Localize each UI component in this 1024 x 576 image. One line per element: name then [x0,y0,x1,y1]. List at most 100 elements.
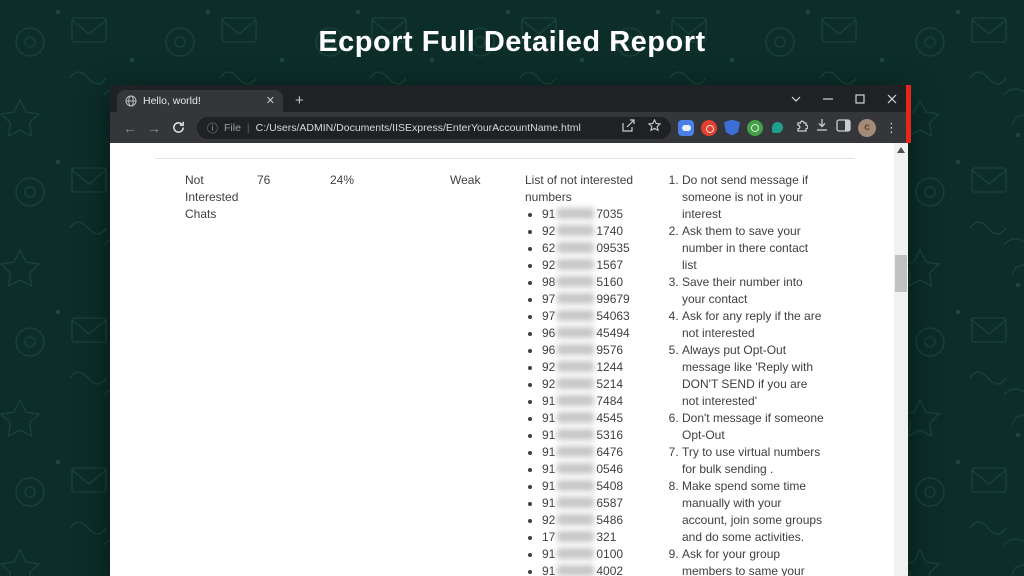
privacy-blur [557,344,594,355]
privacy-blur [557,293,594,304]
window-controls [780,85,908,112]
page-title: Ecport Full Detailed Report [0,26,1024,59]
numbers-column: List of not interested numbers 917035 92… [525,172,647,576]
privacy-blur [557,463,594,474]
minimize-button[interactable] [812,85,844,112]
phone-number-item: 914545 [542,410,647,427]
tab-close-icon[interactable]: ✕ [266,96,275,107]
page-info-icon[interactable]: ⓘ [207,120,218,136]
advice-item: Try to use virtual numbers for bulk send… [682,444,826,478]
red-edge-marker [906,85,911,143]
privacy-blur [557,395,594,406]
ext-video-downloader-icon[interactable] [678,120,694,136]
phone-number-item: 925486 [542,512,647,529]
extensions-puzzle-icon[interactable] [792,117,808,138]
phone-number-item: 921244 [542,359,647,376]
privacy-blur [557,378,594,389]
phone-number-item: 969576 [542,342,647,359]
privacy-blur [557,429,594,440]
browser-window: Hello, world! ✕ + ← [110,85,908,576]
back-button[interactable]: ← [118,116,142,140]
phone-number-item: 9645494 [542,325,647,342]
advice-item: Ask them to save your number in there co… [682,223,826,274]
url-text: C:/Users/ADMIN/Documents/IISExpress/Ente… [256,122,581,134]
privacy-blur [557,480,594,491]
privacy-blur [557,276,594,287]
row-label: Not Interested Chats [185,172,249,223]
ext-shield-icon[interactable] [724,120,740,136]
phone-number-item: 9799679 [542,291,647,308]
phone-number-item: 925214 [542,376,647,393]
share-icon[interactable] [622,119,636,137]
table-row-divider [155,158,855,159]
close-window-button[interactable] [876,85,908,112]
advice-item: Make spend some time manually with your … [682,478,826,546]
privacy-blur [557,514,594,525]
privacy-blur [557,242,594,253]
ext-adblock-icon[interactable] [701,120,717,136]
page-scrollbar[interactable] [894,143,908,576]
phone-number-item: 915316 [542,427,647,444]
url-scheme: File [224,122,241,134]
phone-number-item: 9754063 [542,308,647,325]
privacy-blur [557,446,594,457]
privacy-blur [557,327,594,338]
ext-teal-icon[interactable] [772,122,783,133]
download-icon[interactable] [815,118,829,137]
tab-title: Hello, world! [143,95,260,107]
privacy-blur [557,361,594,372]
privacy-blur [557,259,594,270]
report-page: Not Interested Chats 76 24% Weak List of… [110,143,908,576]
extensions-area: c ⋮ [678,117,900,138]
side-panel-icon[interactable] [836,119,851,137]
phone-number-item: 910100 [542,546,647,563]
desktop-stage: Ecport Full Detailed Report Hello, world… [0,0,1024,576]
phone-number-item: 985160 [542,274,647,291]
scroll-up-arrow-icon[interactable] [897,147,905,153]
advice-column: Do not send message if someone is not in… [666,172,826,576]
privacy-blur [557,310,594,321]
advice-item: Ask for your group members to same your [682,546,826,576]
phone-number-item: 17321 [542,529,647,546]
new-tab-button[interactable]: + [295,93,304,108]
menu-kebab-icon[interactable]: ⋮ [883,120,900,136]
advice-item: Do not send message if someone is not in… [682,172,826,223]
advice-item: Don't message if someone Opt-Out [682,410,826,444]
address-bar[interactable]: ⓘ File | C:/Users/ADMIN/Documents/IISExp… [197,117,671,139]
privacy-blur [557,548,594,559]
browser-tab[interactable]: Hello, world! ✕ [117,90,283,112]
phone-number-item: 921567 [542,257,647,274]
globe-favicon-icon [125,95,137,107]
chevron-down-icon[interactable] [780,85,812,112]
privacy-blur [557,225,594,236]
phone-number-item: 915408 [542,478,647,495]
row-strength: Weak [450,172,480,189]
advice-list: Do not send message if someone is not in… [666,172,826,576]
omnibox-actions [622,119,661,137]
maximize-button[interactable] [844,85,876,112]
browser-toolbar: ← → ⓘ File | C:/Users/ADMIN/Documents/II… [110,112,908,143]
row-count: 76 [257,172,270,189]
advice-item: Ask for any reply if the are not interes… [682,308,826,342]
ext-green-icon[interactable] [747,120,763,136]
privacy-blur [557,412,594,423]
advice-item: Save their number into your contact [682,274,826,308]
reload-button[interactable] [166,116,190,140]
forward-button[interactable]: → [142,116,166,140]
scrollbar-thumb[interactable] [895,255,907,292]
profile-avatar[interactable]: c [858,119,876,137]
phone-number-item: 917035 [542,206,647,223]
tab-strip: Hello, world! ✕ + [110,85,908,112]
bookmark-star-icon[interactable] [648,119,661,137]
row-percent: 24% [330,172,354,189]
privacy-blur [557,565,594,576]
not-interested-numbers-list: 917035 921740 6209535 921567 985160 9799… [525,206,647,576]
privacy-blur [557,208,594,219]
phone-number-item: 917484 [542,393,647,410]
privacy-blur [557,497,594,508]
advice-item: Always put Opt-Out message like 'Reply w… [682,342,826,410]
url-separator: | [247,122,250,134]
phone-number-item: 914002 [542,563,647,576]
phone-number-item: 910546 [542,461,647,478]
phone-number-item: 916476 [542,444,647,461]
